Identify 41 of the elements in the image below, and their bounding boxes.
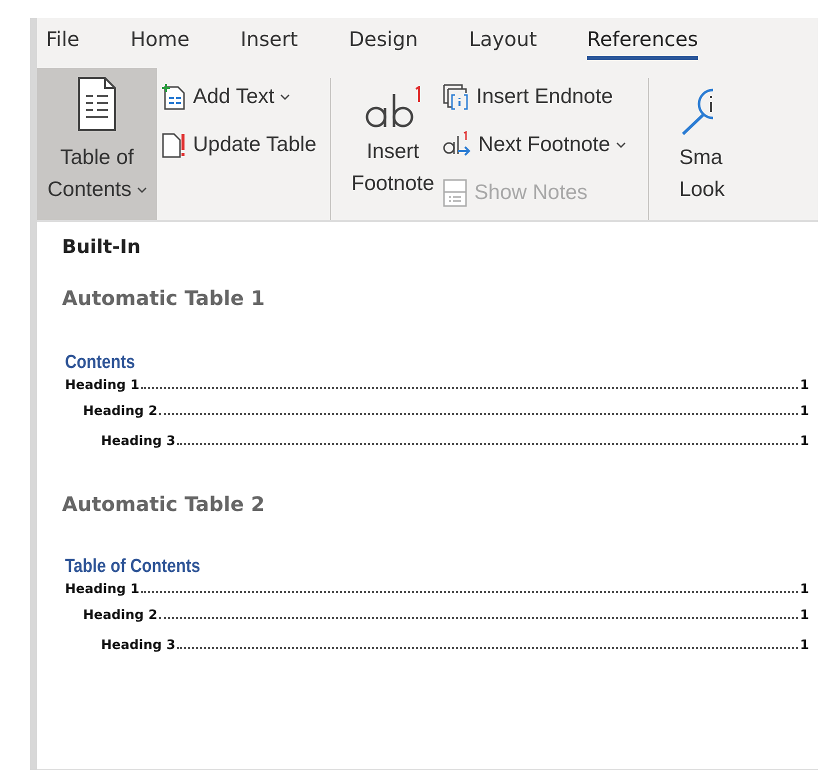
toc-entry: Heading 3 <box>101 434 176 449</box>
toc-style-option[interactable]: Contents Heading 1 1 Heading 2 1 Heading 3 1 <box>65 352 809 464</box>
endnote-icon <box>442 83 470 111</box>
ribbon-tab[interactable]: References <box>586 18 698 60</box>
page-number: 1 <box>800 404 809 419</box>
style-title: Automatic Table 1 <box>62 286 266 310</box>
ribbon-button[interactable]: Insert Footnote <box>351 68 438 220</box>
toc-heading: Contents <box>65 352 136 374</box>
section-label: Built-In <box>62 236 142 258</box>
page-number: 1 <box>800 608 809 623</box>
ribbon-button[interactable]: Add Text <box>157 74 320 120</box>
toc-entry: Heading 1 <box>65 378 140 393</box>
page-alert-icon <box>161 131 187 159</box>
caret-icon <box>280 94 290 100</box>
ribbon-tab[interactable]: Design <box>348 18 418 60</box>
ribbon-button[interactable]: Sma Look <box>669 68 818 220</box>
page-number: 1 <box>800 638 809 653</box>
style-title: Automatic Table 2 <box>62 492 266 516</box>
notes-icon <box>442 178 468 208</box>
ribbon-tab[interactable]: File <box>46 18 80 60</box>
toc-heading: Table of Contents <box>65 556 202 578</box>
caret-icon <box>616 142 626 148</box>
page-number: 1 <box>800 434 809 449</box>
add-list-icon <box>161 83 187 111</box>
ribbon-tab[interactable]: Insert <box>240 18 298 60</box>
toc-entry: Heading 2 <box>83 608 158 623</box>
toc-entry: Heading 1 <box>65 582 140 597</box>
caret-icon <box>136 187 147 193</box>
magnifier-icon <box>679 86 714 136</box>
toc-entry: Heading 3 <box>101 638 176 653</box>
toc-style-option[interactable]: Table of Contents Heading 1 1 Heading 2 1 Heading 3 1 <box>65 556 809 668</box>
ribbon-tab[interactable]: Layout <box>468 18 537 60</box>
page-number: 1 <box>800 378 809 393</box>
toc-entry: Heading 2 <box>83 404 158 419</box>
ribbon-button[interactable]: Insert Endnote <box>438 74 630 120</box>
document-icon <box>77 76 117 132</box>
ribbon-button[interactable]: Next Footnote <box>438 122 630 168</box>
ribbon-button[interactable]: Update Table <box>157 122 320 168</box>
ribbon-button[interactable]: Table of Contents <box>37 68 157 220</box>
ribbon-tab[interactable]: Home <box>130 18 190 60</box>
page-number: 1 <box>800 582 809 597</box>
